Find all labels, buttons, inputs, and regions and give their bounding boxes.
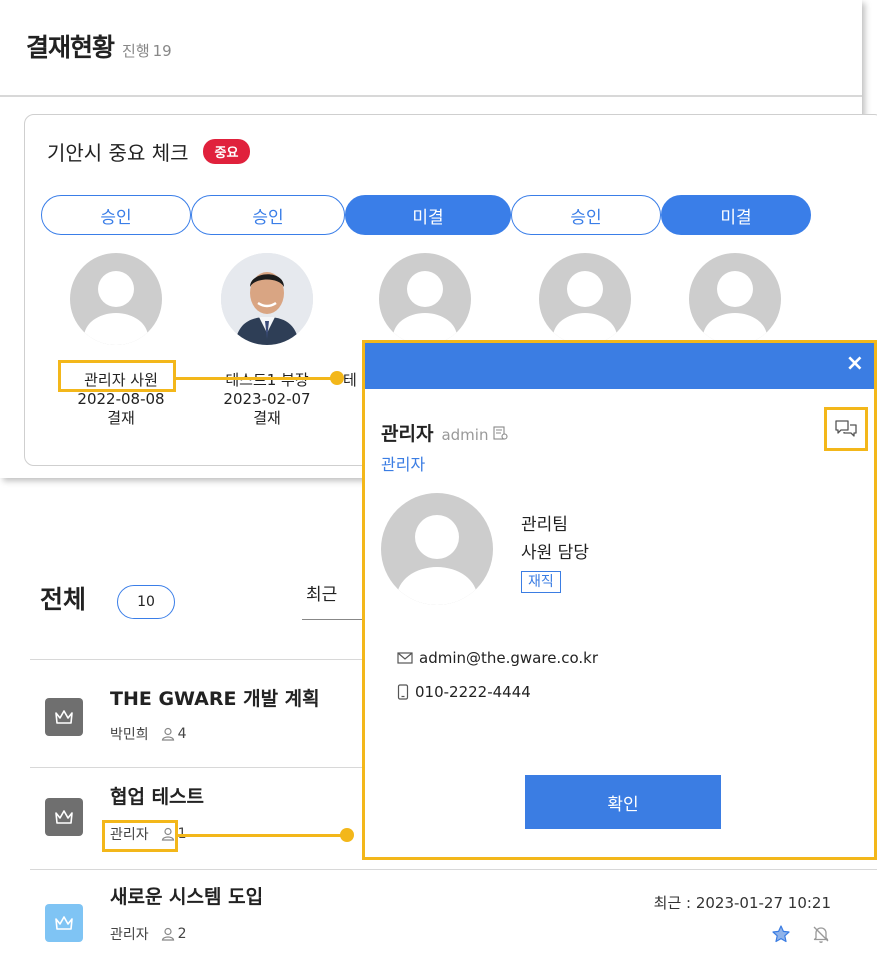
crown-icon [45,698,83,736]
approver-name-highlight [58,360,176,392]
profile-position: 사원 담당 [521,543,589,563]
list-title: 전체 [40,585,87,614]
approver-3-avatar[interactable] [379,253,471,345]
callout-line [176,377,338,380]
project-meta: 관리자 2 [110,924,187,944]
person-icon [161,927,174,941]
approver-2-name[interactable]: 테스트1 부장 [225,371,308,390]
progress-label: 진행 [122,42,150,60]
mail-icon [397,652,413,664]
project-title[interactable]: 협업 테스트 [110,782,204,809]
approver-4-avatar[interactable] [539,253,631,345]
profile-email[interactable]: admin@the.gware.co.kr [419,649,598,667]
project-title[interactable]: 새로운 시스템 도입 [110,882,263,909]
callout-dot [340,828,354,842]
approver-2-state: 결재 [253,409,281,427]
profile-info: 관리팀 사원 담당 재직 [521,511,589,595]
profile-phone[interactable]: 010-2222-4444 [415,683,531,701]
crown-icon [45,798,83,836]
star-icon[interactable] [771,924,791,948]
step-5-status: 미결 [661,195,811,235]
doc-title-row: 기안시 중요 체크 중요 [47,137,251,166]
approver-5-avatar[interactable] [689,253,781,345]
recent-timestamp: 최근 : 2023-01-27 10:21 [653,894,831,912]
profile-team: 관리팀 [521,515,568,535]
approver-1-date: 2022-08-08 [77,390,165,408]
step-4-status: 승인 [511,195,661,235]
approver-2-date: 2023-02-07 [223,390,311,408]
notification-off-icon[interactable] [811,924,831,948]
crown-icon [45,904,83,942]
project-owner[interactable]: 관리자 [110,924,149,944]
member-count: 2 [161,926,187,942]
mobile-phone-icon [397,684,409,700]
project-meta: 박민희 4 [110,724,187,744]
profile-email-row: admin@the.gware.co.kr [397,649,598,667]
profile-avatar [381,493,493,605]
step-3-status: 미결 [345,195,511,235]
owner-name-highlight [102,820,178,852]
close-icon[interactable]: × [846,351,864,377]
important-badge: 중요 [202,139,251,164]
business-card-icon[interactable] [493,425,509,444]
person-icon [161,727,174,741]
member-count: 4 [161,726,187,742]
approver-1-avatar[interactable] [70,253,162,345]
list-count-badge: 10 [117,585,175,619]
approval-steps: 승인 승인 미결 승인 미결 [41,195,811,235]
step-2-status: 승인 [191,195,345,235]
employment-status-badge: 재직 [521,571,561,593]
callout-line [178,834,348,837]
profile-user-id: admin [441,426,489,444]
row-actions [771,924,831,948]
profile-dept-link[interactable]: 관리자 [381,451,425,475]
approver-3-name[interactable]: 테 [343,371,357,390]
chat-icon[interactable] [824,407,868,451]
project-title[interactable]: THE GWARE 개발 계획 [110,684,320,711]
profile-popup: × 관리자 admin 관리자 관리팀 사원 담당 재직 admin@the.g… [362,340,877,860]
step-1-status: 승인 [41,195,191,235]
profile-name-row: 관리자 admin [381,419,509,446]
project-owner[interactable]: 박민희 [110,724,149,744]
profile-name: 관리자 [381,423,434,445]
confirm-button[interactable]: 확인 [525,775,721,829]
progress-count: 19 [152,42,172,60]
approver-1-state: 결재 [107,409,135,427]
sort-select[interactable]: 최근 [306,580,337,605]
popup-header: × [365,343,874,389]
approval-title: 결재현황 [26,33,115,62]
approval-header: 결재현황 진행 19 [26,28,172,68]
profile-phone-row: 010-2222-4444 [397,683,531,701]
callout-dot [330,371,344,385]
approver-2-photo[interactable] [221,253,313,345]
doc-title: 기안시 중요 체크 [47,141,189,165]
divider [0,95,862,97]
list-item[interactable]: 새로운 시스템 도입 관리자 2 최근 : 2023-01-27 10:21 [30,870,877,968]
